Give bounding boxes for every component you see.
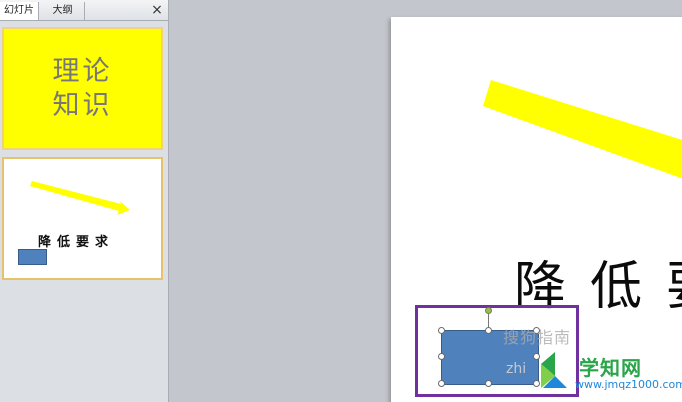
- rotate-handle[interactable]: [485, 307, 492, 314]
- resize-handle-left[interactable]: [438, 353, 445, 360]
- resize-handle-top-left[interactable]: [438, 327, 445, 334]
- leaf-logo-icon: [541, 352, 567, 388]
- resize-handle-bottom-left[interactable]: [438, 380, 445, 387]
- site-url: www.jmqz1000.com: [575, 378, 682, 391]
- close-icon[interactable]: ×: [150, 2, 164, 18]
- watermark-sub: zhi: [506, 361, 527, 377]
- slide-thumbnail-2[interactable]: 降低要求: [2, 157, 163, 280]
- thumbnail-1-line2: 知识: [52, 90, 113, 121]
- site-badge: 学知网 www.jmqz1000.com: [531, 350, 682, 400]
- watermark-text: 搜狗指南: [503, 328, 572, 347]
- resize-handle-top[interactable]: [485, 327, 492, 334]
- site-name: 学知网: [579, 356, 642, 380]
- panel-tabs: 幻灯片 大纲 ×: [0, 0, 168, 21]
- thumbnail-2-title: 降低要求: [38, 235, 115, 250]
- thumbnail-1-line1: 理论: [52, 56, 113, 87]
- slide-thumbnail-1[interactable]: 理论 知识: [2, 27, 163, 150]
- thumbnail-1-text: 理论 知识: [4, 55, 161, 123]
- slides-panel: 幻灯片 大纲 × 理论 知识 降低要求: [0, 0, 169, 402]
- resize-handle-bottom[interactable]: [485, 380, 492, 387]
- slide-editor[interactable]: 降低要 搜狗指南 zhi: [391, 17, 682, 402]
- powerpoint-window: 幻灯片 大纲 × 理论 知识 降低要求 降低要: [0, 0, 682, 402]
- slide-canvas: 降低要 搜狗指南 zhi 学知网 www.jmqz1000.com: [169, 0, 682, 402]
- tab-outline[interactable]: 大纲: [41, 2, 85, 20]
- tab-slides[interactable]: 幻灯片: [0, 2, 39, 20]
- thumbnail-2-rectangle: [18, 249, 47, 265]
